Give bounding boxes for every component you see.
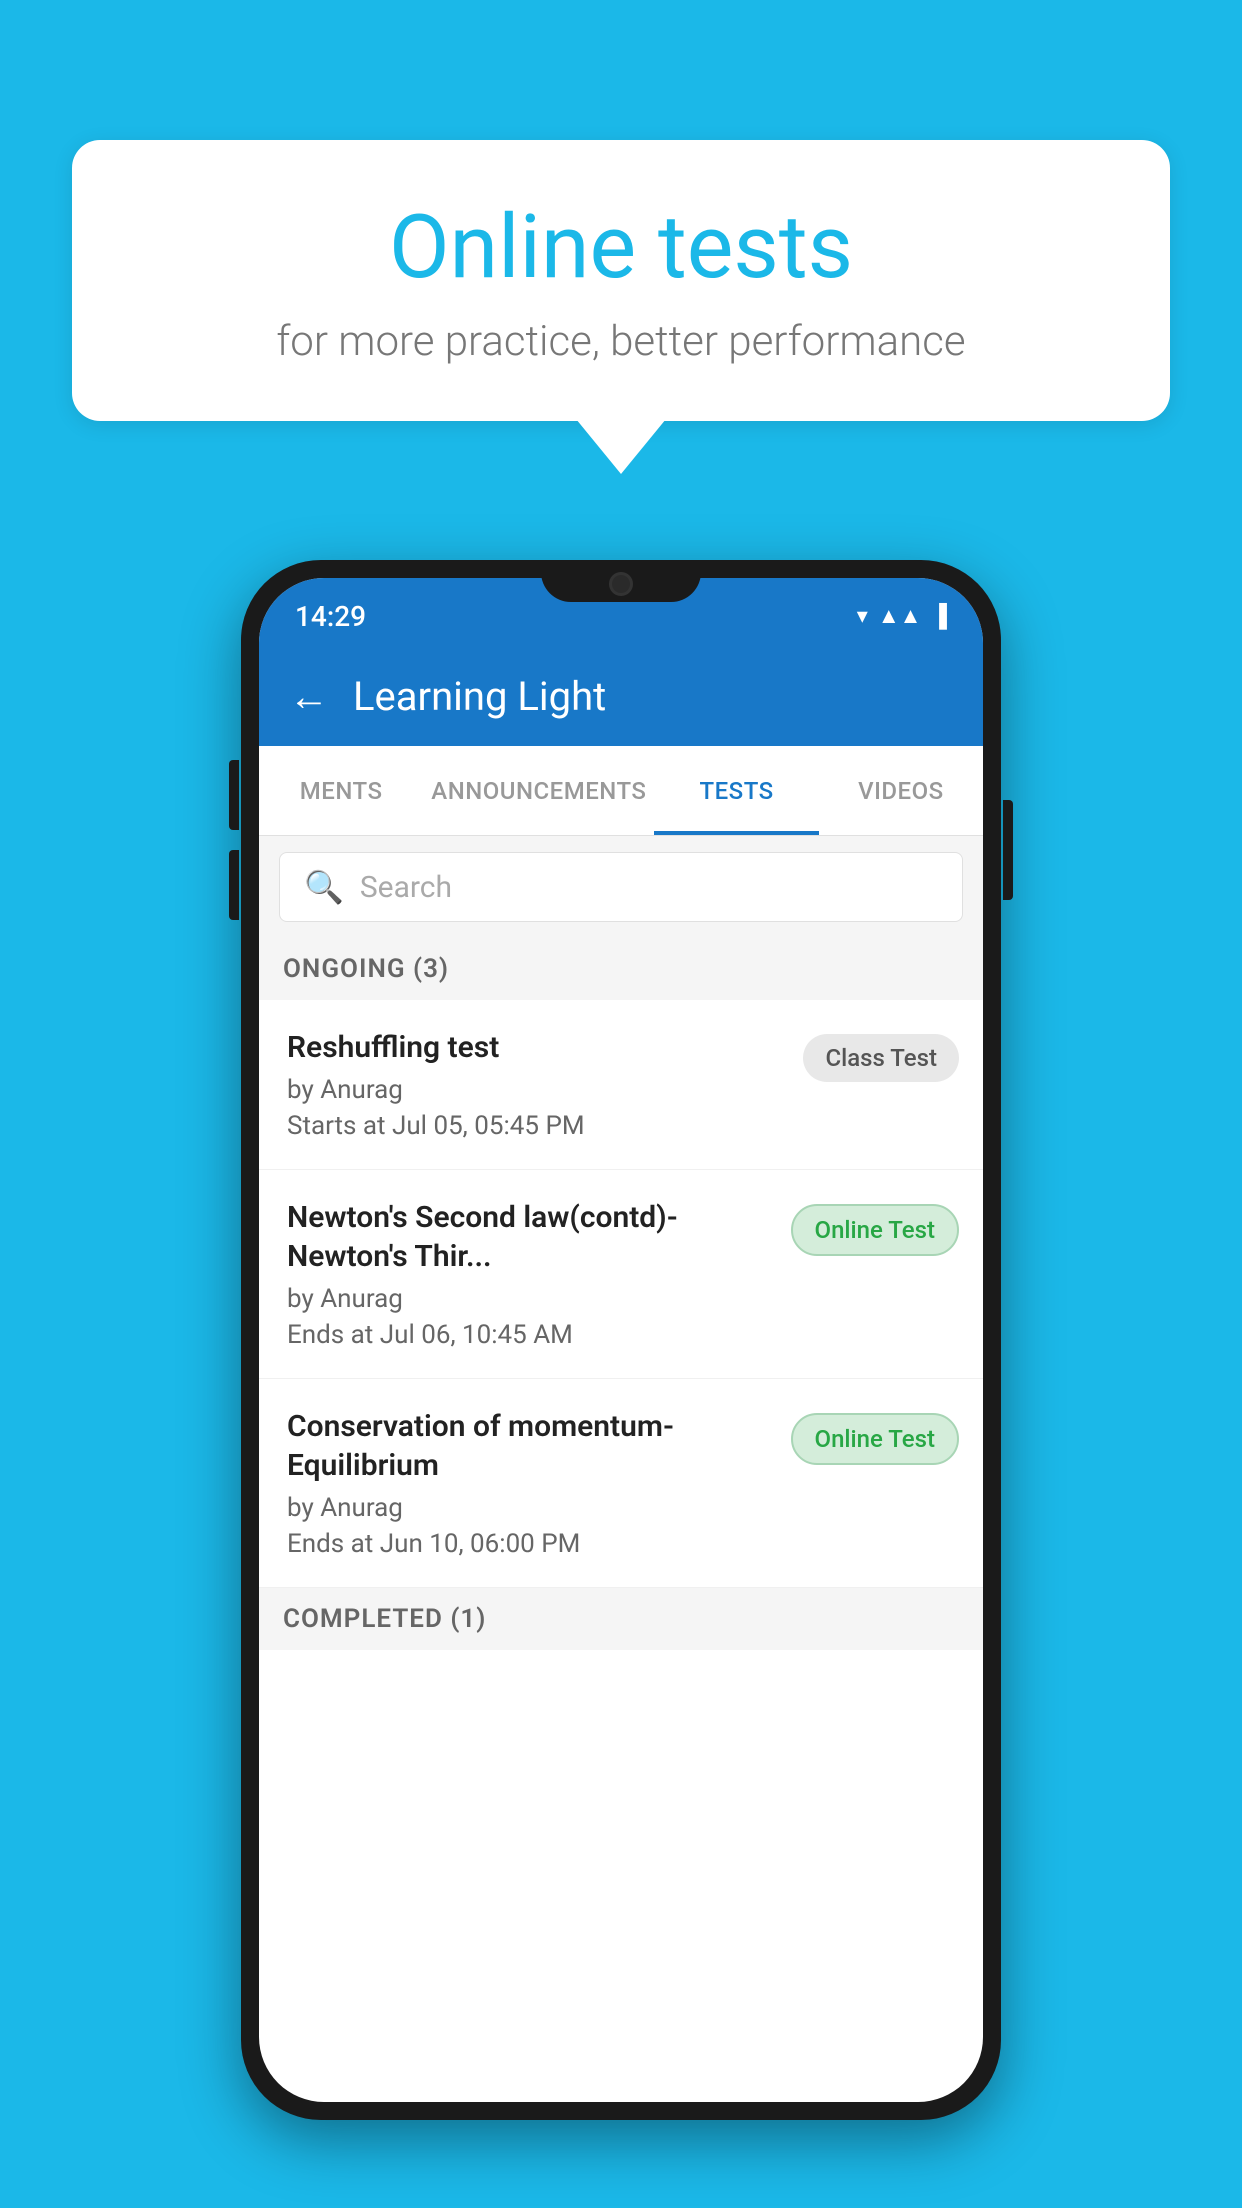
test-list: Reshuffling test by Anurag Starts at Jul…	[259, 1000, 983, 1588]
test-badge-3: Online Test	[791, 1413, 959, 1465]
test-item-1[interactable]: Reshuffling test by Anurag Starts at Jul…	[259, 1000, 983, 1170]
search-icon: 🔍	[304, 868, 344, 906]
phone-outer: 14:29 ▾ ▲▲ ▐ ← Learning Light MENTS	[241, 560, 1001, 2120]
ongoing-section-header: ONGOING (3)	[259, 938, 983, 1000]
app-title: Learning Light	[353, 673, 606, 720]
app-header: ← Learning Light	[259, 646, 983, 746]
status-icons: ▾ ▲▲ ▐	[857, 603, 947, 629]
test-name-2: Newton's Second law(contd)-Newton's Thir…	[287, 1198, 775, 1276]
back-button[interactable]: ←	[289, 673, 329, 720]
test-name-3: Conservation of momentum-Equilibrium	[287, 1407, 775, 1485]
speech-bubble-pointer	[576, 419, 666, 474]
tab-ments[interactable]: MENTS	[259, 746, 423, 835]
search-container: 🔍 Search	[259, 836, 983, 938]
wifi-icon: ▾	[857, 604, 868, 629]
tab-videos[interactable]: VIDEOS	[819, 746, 983, 835]
search-placeholder: Search	[360, 870, 452, 905]
tab-bar: MENTS ANNOUNCEMENTS TESTS VIDEOS	[259, 746, 983, 836]
phone-notch	[541, 560, 701, 602]
test-author-1: by Anurag	[287, 1075, 787, 1105]
phone-vol-up	[229, 760, 239, 830]
test-info-3: Conservation of momentum-Equilibrium by …	[287, 1407, 775, 1559]
speech-bubble-container: Online tests for more practice, better p…	[72, 140, 1170, 474]
battery-icon: ▐	[931, 603, 947, 629]
test-date-1: Starts at Jul 05, 05:45 PM	[287, 1111, 787, 1141]
phone-camera	[609, 572, 633, 596]
tab-tests[interactable]: TESTS	[654, 746, 818, 835]
background: Online tests for more practice, better p…	[0, 0, 1242, 2208]
signal-icon: ▲▲	[878, 603, 922, 629]
test-date-3: Ends at Jun 10, 06:00 PM	[287, 1529, 775, 1559]
hero-title: Online tests	[122, 200, 1120, 297]
phone-vol-down	[229, 850, 239, 920]
test-badge-2: Online Test	[791, 1204, 959, 1256]
tab-announcements[interactable]: ANNOUNCEMENTS	[423, 746, 654, 835]
test-info-2: Newton's Second law(contd)-Newton's Thir…	[287, 1198, 775, 1350]
test-item-2[interactable]: Newton's Second law(contd)-Newton's Thir…	[259, 1170, 983, 1379]
test-info-1: Reshuffling test by Anurag Starts at Jul…	[287, 1028, 787, 1141]
test-author-2: by Anurag	[287, 1284, 775, 1314]
phone-screen: 14:29 ▾ ▲▲ ▐ ← Learning Light MENTS	[259, 578, 983, 2102]
test-name-1: Reshuffling test	[287, 1028, 787, 1067]
phone-container: 14:29 ▾ ▲▲ ▐ ← Learning Light MENTS	[241, 560, 1001, 2120]
test-badge-1: Class Test	[803, 1034, 959, 1082]
completed-section-header: COMPLETED (1)	[259, 1588, 983, 1650]
hero-subtitle: for more practice, better performance	[122, 317, 1120, 366]
status-time: 14:29	[295, 600, 366, 633]
test-date-2: Ends at Jul 06, 10:45 AM	[287, 1320, 775, 1350]
speech-bubble: Online tests for more practice, better p…	[72, 140, 1170, 421]
test-item-3[interactable]: Conservation of momentum-Equilibrium by …	[259, 1379, 983, 1588]
phone-power	[1003, 800, 1013, 900]
test-author-3: by Anurag	[287, 1493, 775, 1523]
search-bar[interactable]: 🔍 Search	[279, 852, 963, 922]
